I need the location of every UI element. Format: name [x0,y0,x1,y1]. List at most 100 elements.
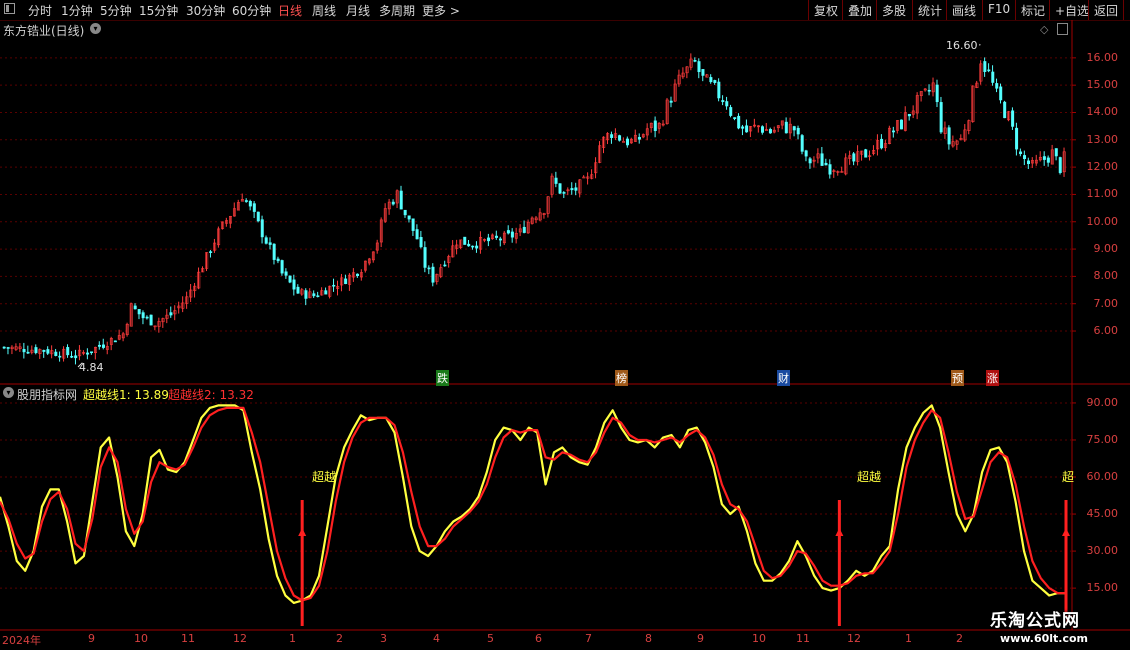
candle-body [622,141,626,143]
candle-body [304,290,308,299]
candle-body [574,187,578,191]
candle-body [6,347,10,349]
candle-body [637,137,641,140]
candle-body [487,237,491,242]
candle-body [494,235,498,238]
indicator-dropdown-icon[interactable]: ▾ [3,387,14,398]
line2-legend: 超越线2: 13.32 [168,388,254,402]
candle-body [729,107,733,116]
candle-body [423,247,427,268]
candle-body [983,61,987,72]
candle-body [403,209,407,216]
candle-body [737,115,741,129]
candle-body [58,355,62,358]
candle-body [880,138,884,149]
candle-body [693,60,697,62]
candle-body [939,102,943,133]
candle-body [892,130,896,133]
candle-body [808,158,812,164]
watermark-url: www.60lt.com [1000,632,1089,645]
indicator-tick-label: 15.00 [1086,581,1119,595]
candle-body [411,218,415,231]
candle-body [947,127,951,145]
price-tick-label: 13.00 [1086,132,1119,146]
event-marker-bang[interactable]: 榜 [615,370,628,386]
candle-body [935,84,939,103]
candle-body [145,316,149,319]
candle-body [768,129,772,134]
candle-body [800,135,804,152]
candle-body [864,149,868,158]
candle-body [248,200,252,207]
time-label: 1 [905,632,912,645]
indicator-name: 股朋指标网 [17,388,78,402]
candle-body [264,237,268,244]
candle-body [721,100,725,103]
candle-body [101,344,105,348]
time-label: 12 [233,632,247,645]
candle-body [792,126,796,131]
candle-body [252,203,256,212]
candle-body [272,243,276,260]
diamond-icon[interactable]: ◇ [1040,23,1048,36]
time-label: 6 [535,632,542,645]
candle-body [804,150,808,157]
watermark-name: 乐淘公式网 [990,611,1080,631]
low-price-label: 4.84 [79,361,104,374]
candle-body [570,188,574,191]
dropdown-icon[interactable]: ▾ [90,23,101,34]
candle-body [2,346,6,349]
price-tick-label: 11.00 [1086,187,1119,201]
candle-body [653,120,657,131]
candle-body [463,236,467,245]
candle-body [713,80,717,83]
time-label: 9 [697,632,704,645]
candle-body [1003,101,1007,119]
candle-body [46,349,50,354]
candle-body [169,312,173,316]
candle-body [268,242,272,245]
event-marker-zhang[interactable]: 涨 [986,370,999,386]
candle-body [356,273,360,276]
time-label: 10 [752,632,766,645]
time-label: 11 [181,632,195,645]
candle-body [149,314,153,326]
candle-body [97,344,101,347]
event-marker-die[interactable]: 跌 [436,370,449,386]
event-marker-yu[interactable]: 预 [951,370,964,386]
price-tick-label: 10.00 [1086,214,1119,228]
signal-label: 超越 [312,470,337,484]
candle-body [344,278,348,285]
candle-body [141,312,145,319]
time-label: 2 [956,632,963,645]
candle-body [899,119,903,130]
time-label: 8 [645,632,652,645]
candle-body [852,153,856,162]
candle-body [1011,110,1015,127]
candle-body [824,162,828,166]
candle-body [86,352,90,355]
candle-body [1026,160,1030,165]
price-tick-label: 8.00 [1093,269,1119,283]
indicator-tick-label: 75.00 [1086,432,1119,446]
candle-body [558,183,562,194]
chart-canvas[interactable] [0,0,1130,650]
event-marker-cai[interactable]: 财 [777,370,790,386]
time-label: 2 [336,632,343,645]
stock-title: 东方锆业(日线) [3,24,85,38]
candle-body [256,211,260,222]
line1-series [0,404,1066,604]
indicator-tick-label: 45.00 [1086,507,1119,521]
candle-body [284,271,288,276]
candle-body [796,127,800,135]
candle-body [697,61,701,73]
candle-body [34,347,38,354]
candle-body [332,284,336,287]
candle-body [1019,151,1023,155]
candle-body [54,351,58,356]
panel-toggle-icon[interactable] [1057,23,1068,35]
candle-body [709,77,713,83]
candle-body [717,81,721,99]
candle-body [66,347,70,356]
candle-body [324,290,328,295]
